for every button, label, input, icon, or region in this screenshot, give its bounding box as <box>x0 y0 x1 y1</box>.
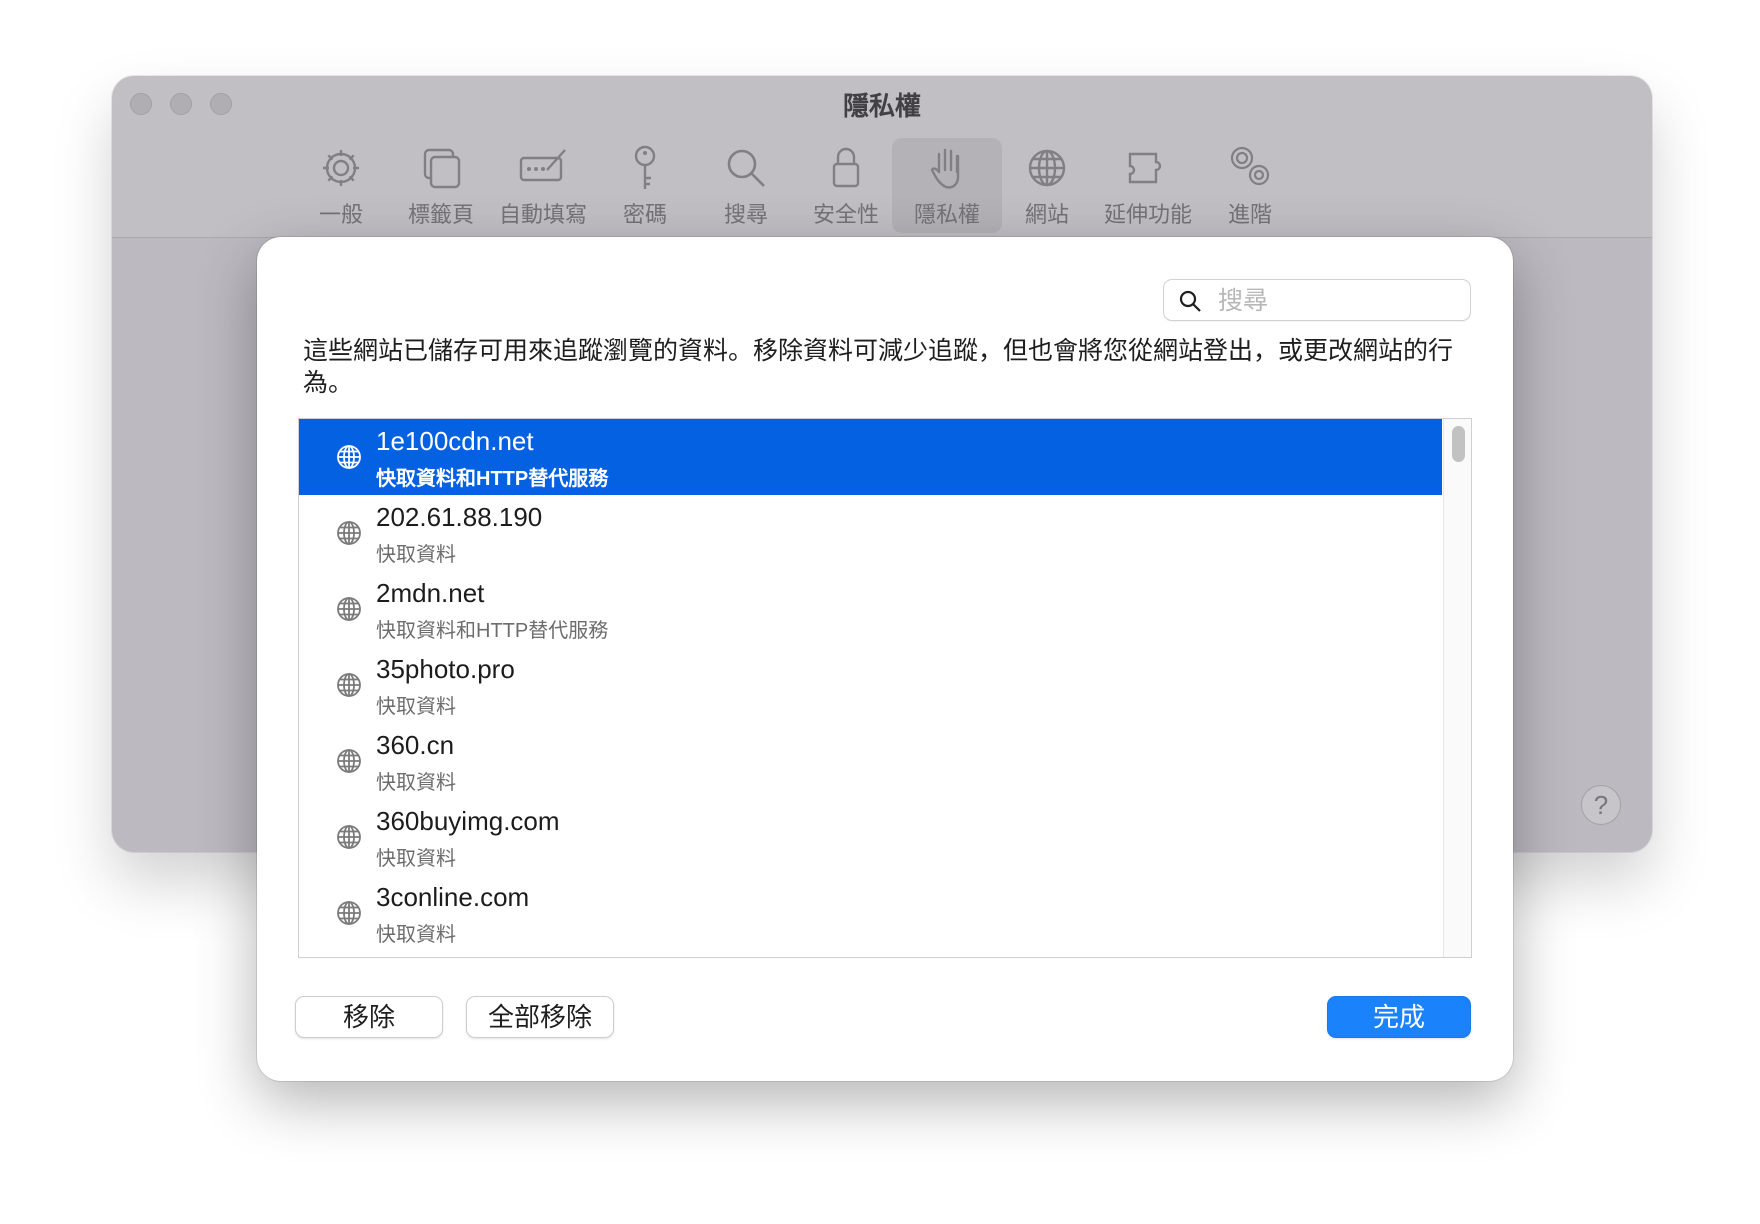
key-icon <box>619 142 671 194</box>
gear-icon <box>315 142 367 194</box>
globe-icon <box>1021 142 1073 194</box>
tab-general[interactable]: 一般 <box>286 138 396 233</box>
search-input[interactable] <box>1216 284 1460 318</box>
globe-icon <box>335 595 363 623</box>
preferences-toolbar: 一般 標籤頁 自動填寫 密碼 搜尋 安全性 隱私權 網站 延伸功能 進階 <box>112 138 1652 233</box>
help-button[interactable]: ? <box>1581 785 1621 825</box>
tab-label: 網站 <box>1024 202 1069 227</box>
hand-icon <box>921 142 973 194</box>
tab-label: 進階 <box>1227 202 1272 227</box>
site-name: 2mdn.net <box>376 578 485 608</box>
tab-label: 隱私權 <box>913 202 980 227</box>
tab-security[interactable]: 安全性 <box>791 138 901 233</box>
globe-icon <box>335 671 363 699</box>
autofill-icon <box>517 142 569 194</box>
site-name: 202.61.88.190 <box>376 502 543 532</box>
site-data-kind: 快取資料 <box>376 848 456 870</box>
scrollbar[interactable] <box>1443 419 1471 957</box>
tab-label: 延伸功能 <box>1103 202 1192 227</box>
tab-label: 自動填寫 <box>498 202 587 227</box>
site-data-kind: 快取資料和HTTP替代服務 <box>376 620 609 642</box>
tab-passwords[interactable]: 密碼 <box>590 138 700 233</box>
list-item[interactable]: 202.61.88.190 快取資料 <box>299 495 1442 571</box>
tab-tabs[interactable]: 標籤頁 <box>386 138 496 233</box>
tab-search[interactable]: 搜尋 <box>691 138 801 233</box>
list-item[interactable]: 360buyimg.com 快取資料 <box>299 799 1442 875</box>
site-name: 360buyimg.com <box>376 806 560 836</box>
search-icon <box>720 142 772 194</box>
tab-extensions[interactable]: 延伸功能 <box>1093 138 1203 233</box>
globe-icon <box>335 443 363 471</box>
tab-websites[interactable]: 網站 <box>992 138 1102 233</box>
list-item[interactable]: 360.cn 快取資料 <box>299 723 1442 799</box>
puzzle-icon <box>1122 142 1174 194</box>
search-field[interactable] <box>1163 279 1471 321</box>
site-data-kind: 快取資料 <box>376 924 456 946</box>
site-data-kind: 快取資料 <box>376 544 456 566</box>
tab-label: 搜尋 <box>723 202 768 227</box>
tab-autofill[interactable]: 自動填寫 <box>488 138 598 233</box>
website-data-sheet: 這些網站已儲存可用來追蹤瀏覽的資料。移除資料可減少追蹤，但也會將您從網站登出，或… <box>257 237 1513 1081</box>
done-button[interactable]: 完成 <box>1327 996 1471 1038</box>
tab-label: 標籤頁 <box>407 202 474 227</box>
window-title: 隱私權 <box>842 91 921 121</box>
gears-icon <box>1224 142 1276 194</box>
tab-advanced[interactable]: 進階 <box>1195 138 1305 233</box>
site-name: 360.cn <box>376 730 455 760</box>
site-data-kind: 快取資料 <box>376 696 456 718</box>
remove-button[interactable]: 移除 <box>295 996 443 1038</box>
site-name: 35photo.pro <box>376 654 515 684</box>
globe-icon <box>335 899 363 927</box>
search-icon <box>1179 290 1201 312</box>
tab-privacy[interactable]: 隱私權 <box>892 138 1002 233</box>
lock-icon <box>820 142 872 194</box>
site-data-kind: 快取資料和HTTP替代服務 <box>376 468 609 490</box>
title-bar: 隱私權 一般 標籤頁 自動填寫 密碼 搜尋 安全性 隱私權 網站 延伸功能 進階 <box>112 76 1652 238</box>
tabs-icon <box>415 142 467 194</box>
website-list[interactable]: 1e100cdn.net 快取資料和HTTP替代服務 202.61.88.190… <box>298 418 1472 958</box>
list-item[interactable]: 3conline.com 快取資料 <box>299 875 1442 951</box>
site-name: 1e100cdn.net <box>376 426 534 456</box>
globe-icon <box>335 747 363 775</box>
remove-all-button[interactable]: 全部移除 <box>466 996 614 1038</box>
site-name: 3conline.com <box>376 882 530 912</box>
site-data-kind: 快取資料 <box>376 772 456 794</box>
list-item[interactable]: 2mdn.net 快取資料和HTTP替代服務 <box>299 571 1442 647</box>
tab-label: 一般 <box>318 202 363 227</box>
scrollbar-thumb[interactable] <box>1452 426 1465 462</box>
list-item[interactable]: 1e100cdn.net 快取資料和HTTP替代服務 <box>299 419 1442 495</box>
tab-label: 安全性 <box>812 202 879 227</box>
globe-icon <box>335 823 363 851</box>
list-item[interactable]: 35photo.pro 快取資料 <box>299 647 1442 723</box>
description-text: 這些網站已儲存可用來追蹤瀏覽的資料。移除資料可減少追蹤，但也會將您從網站登出，或… <box>303 337 1454 397</box>
tab-label: 密碼 <box>622 202 667 227</box>
globe-icon <box>335 519 363 547</box>
